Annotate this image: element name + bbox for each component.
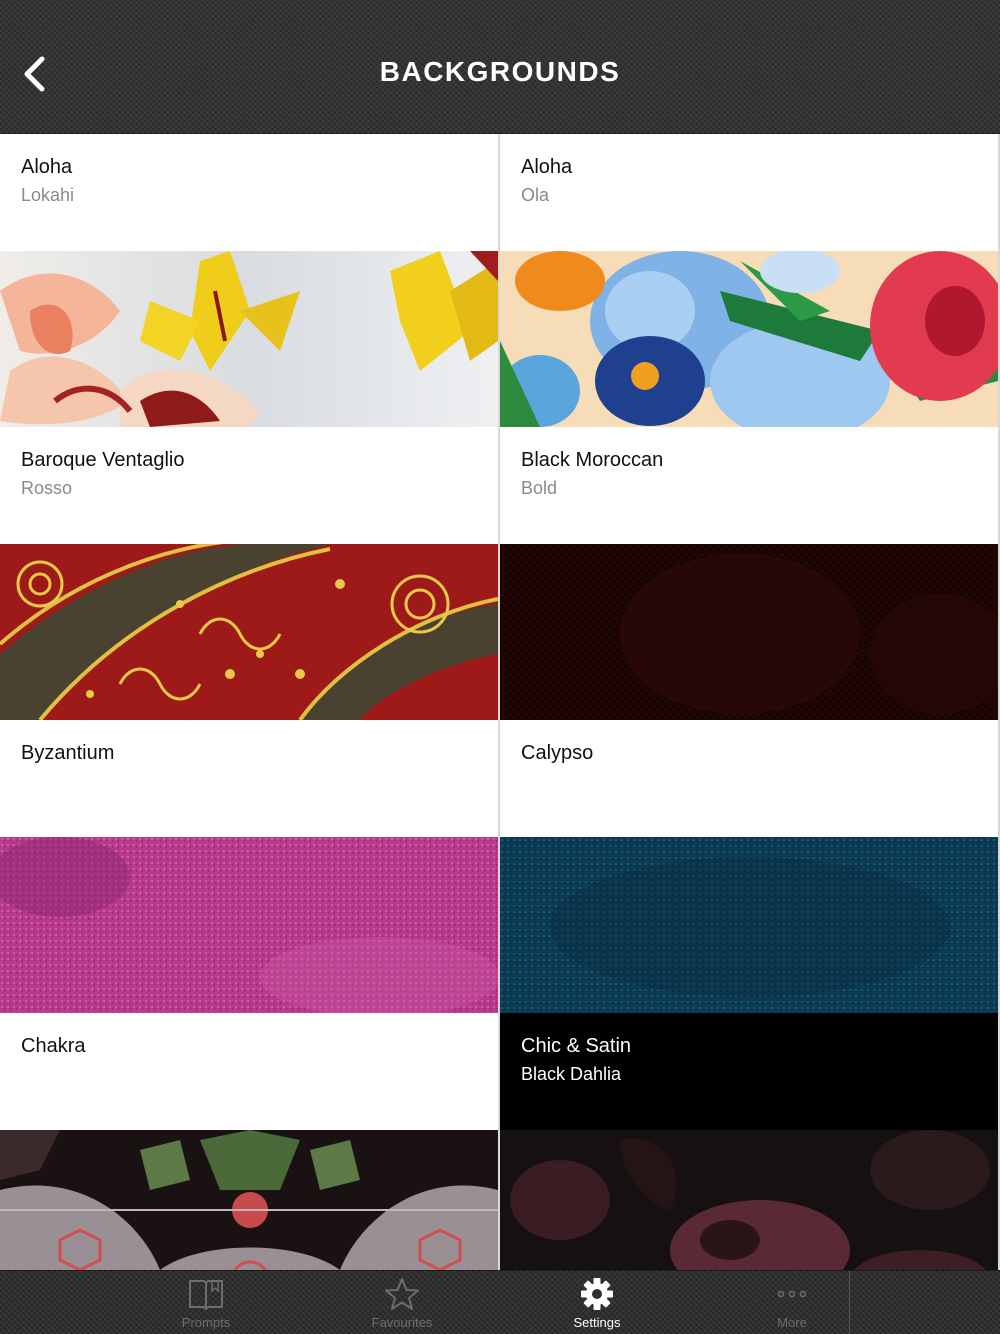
- background-option-byzantium[interactable]: Byzantium: [0, 720, 498, 1013]
- tab-label: Favourites: [371, 1315, 433, 1330]
- option-label-area: Black Moroccan Bold: [500, 427, 998, 544]
- tab-divider: [849, 1271, 850, 1334]
- background-option-black-moroccan[interactable]: Black Moroccan Bold: [500, 427, 998, 720]
- ellipsis-icon: [777, 1290, 807, 1298]
- option-label-area: Chic & Satin Black Dahlia: [500, 1013, 998, 1130]
- pattern-swatch-floral-tropical: [500, 251, 998, 427]
- tab-settings[interactable]: Settings: [527, 1271, 667, 1334]
- page-title: BACKGROUNDS: [379, 56, 621, 87]
- gear-icon: [581, 1278, 613, 1310]
- pattern-swatch-baroque-red-gold: [0, 544, 498, 720]
- option-name: Baroque Ventaglio: [21, 449, 185, 471]
- tab-bar: Prompts Favourites Settings More: [0, 1270, 1000, 1334]
- option-name: Black Moroccan: [521, 449, 664, 471]
- nav-header: BACKGROUNDS: [0, 0, 1000, 134]
- tab-label: Prompts: [181, 1315, 231, 1330]
- pattern-swatch-tapestry-multicolor: [0, 1130, 498, 1270]
- option-name: Aloha: [521, 156, 573, 178]
- pattern-swatch-teal-texture: [500, 837, 998, 1013]
- column-divider: [498, 134, 500, 1270]
- option-label-area: Aloha Lokahi: [0, 134, 498, 251]
- option-subtitle: Bold: [521, 478, 558, 498]
- tab-label: Settings: [573, 1315, 621, 1330]
- pattern-swatch-black-dahlia: [500, 1130, 998, 1270]
- book-icon: [189, 1280, 223, 1311]
- option-name: Aloha: [21, 156, 73, 178]
- option-name: Calypso: [521, 742, 594, 764]
- option-name: Chic & Satin: [521, 1035, 632, 1057]
- option-label-area: Calypso: [500, 720, 998, 837]
- option-subtitle: Black Dahlia: [521, 1064, 622, 1084]
- background-option-baroque-ventaglio[interactable]: Baroque Ventaglio Rosso: [0, 427, 498, 720]
- tab-label: More: [777, 1315, 807, 1330]
- background-option-chakra[interactable]: Chakra: [0, 1013, 498, 1270]
- background-option-aloha-lokahi[interactable]: Aloha Lokahi: [0, 134, 498, 427]
- tab-favourites[interactable]: Favourites: [332, 1271, 472, 1334]
- option-label-area: Byzantium: [0, 720, 498, 837]
- option-subtitle: Lokahi: [21, 185, 75, 205]
- pattern-swatch-dark-red-texture: [500, 544, 998, 720]
- tab-prompts[interactable]: Prompts: [136, 1271, 276, 1334]
- option-label-area: Chakra: [0, 1013, 498, 1130]
- background-option-chic-satin-selected[interactable]: Chic & Satin Black Dahlia: [500, 1013, 998, 1270]
- option-name: Byzantium: [21, 742, 115, 764]
- tab-more[interactable]: More: [722, 1271, 862, 1334]
- option-label-area: Aloha Ola: [500, 134, 998, 251]
- background-option-aloha-ola[interactable]: Aloha Ola: [500, 134, 998, 427]
- background-option-calypso[interactable]: Calypso: [500, 720, 998, 1013]
- option-name: Chakra: [21, 1035, 86, 1057]
- pattern-swatch-floral-yellow: [0, 251, 498, 427]
- option-subtitle: Ola: [521, 185, 550, 205]
- star-icon: [385, 1278, 419, 1310]
- pattern-swatch-magenta-texture: [0, 837, 498, 1013]
- option-subtitle: Rosso: [21, 478, 73, 498]
- backgrounds-grid: Aloha Lokahi Aloha Ola Baroque Ventaglio…: [0, 134, 1000, 1270]
- option-label-area: Baroque Ventaglio Rosso: [0, 427, 498, 544]
